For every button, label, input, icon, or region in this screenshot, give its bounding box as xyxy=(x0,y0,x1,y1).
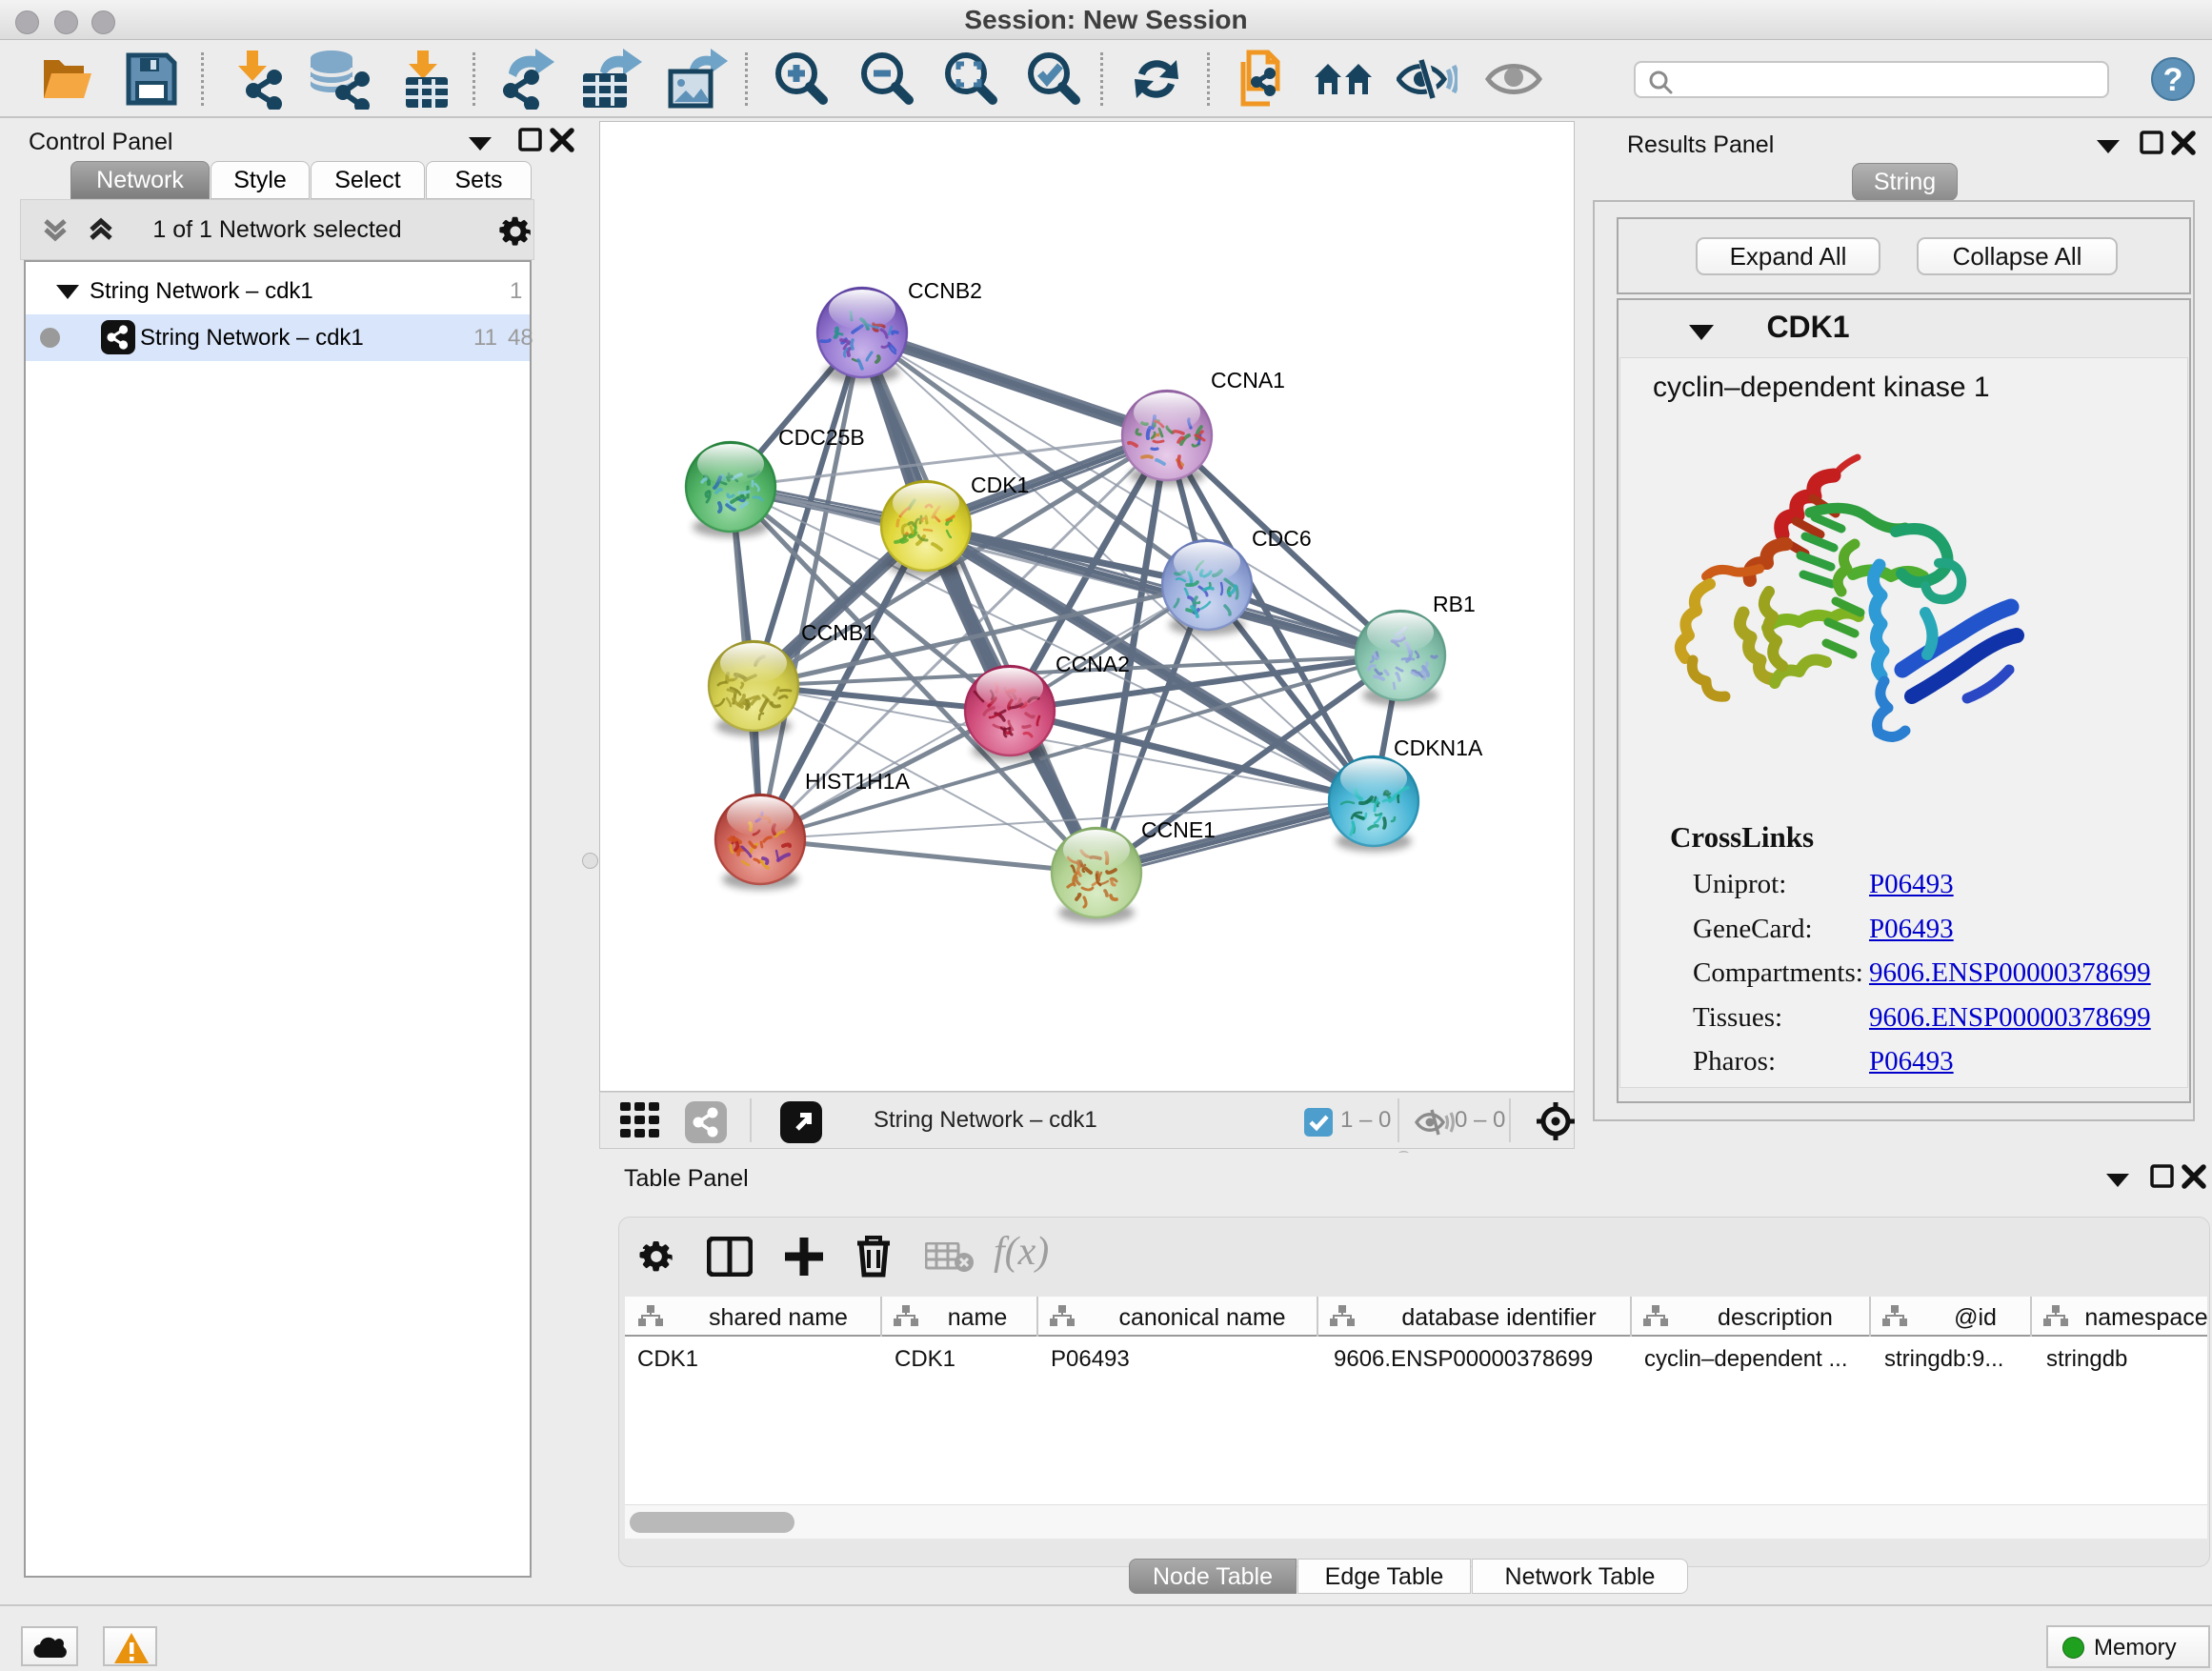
svg-text:HIST1H1A: HIST1H1A xyxy=(805,769,911,794)
svg-text:RB1: RB1 xyxy=(1433,592,1476,616)
svg-text:CCNE1: CCNE1 xyxy=(1141,817,1216,842)
svg-text:CCNB1: CCNB1 xyxy=(801,620,875,645)
svg-text:CDC6: CDC6 xyxy=(1252,526,1312,551)
svg-text:CCNA2: CCNA2 xyxy=(1056,652,1130,676)
svg-text:CCNB2: CCNB2 xyxy=(908,278,982,303)
svg-text:CDKN1A: CDKN1A xyxy=(1394,735,1483,760)
svg-text:CDK1: CDK1 xyxy=(971,473,1029,497)
svg-text:CCNA1: CCNA1 xyxy=(1211,368,1285,393)
svg-text:CDC25B: CDC25B xyxy=(778,425,865,450)
